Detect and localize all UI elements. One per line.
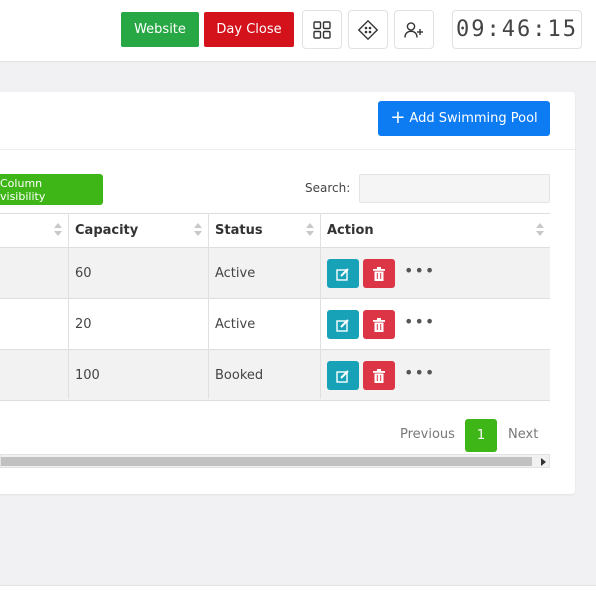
add-user-icon: [404, 21, 423, 38]
table-header: Capacity Status Action: [0, 213, 550, 248]
horizontal-scrollbar[interactable]: [0, 454, 550, 468]
edit-icon: [336, 318, 349, 332]
column-header-hidden[interactable]: [0, 214, 68, 247]
grid-icon: [313, 20, 331, 39]
sort-icon: [536, 223, 544, 238]
sort-icon: [194, 223, 202, 238]
column-divider: [68, 213, 69, 399]
edit-icon: [336, 369, 349, 383]
more-options-button[interactable]: •••: [404, 363, 435, 382]
day-close-button[interactable]: Day Close: [204, 12, 294, 47]
pagination-page-1[interactable]: 1: [465, 419, 497, 452]
column-divider: [320, 213, 321, 399]
column-header-capacity[interactable]: Capacity: [69, 214, 208, 247]
add-user-button[interactable]: [394, 10, 434, 49]
card-divider: [0, 149, 575, 150]
column-label-capacity: Capacity: [75, 223, 139, 238]
capacity-cell: 60: [75, 265, 92, 281]
plus-icon: +: [390, 106, 406, 128]
grid-button[interactable]: [302, 10, 342, 49]
capacity-cell: 100: [75, 367, 100, 383]
trash-icon: [373, 368, 385, 383]
website-button[interactable]: Website: [121, 12, 199, 47]
top-bar: Website Day Close 09:46:15: [0, 0, 596, 62]
scroll-right-arrow-icon[interactable]: [541, 458, 546, 466]
delete-button[interactable]: [363, 361, 395, 390]
status-cell: Booked: [215, 367, 264, 383]
capacity-cell: 20: [75, 316, 92, 332]
edit-button[interactable]: [327, 361, 359, 390]
table-row: 20 Active •••: [0, 299, 550, 350]
footer-bar: [0, 585, 596, 596]
pagination-previous[interactable]: Previous: [400, 427, 455, 442]
edit-icon: [336, 267, 349, 281]
sort-icon: [306, 223, 314, 238]
trash-icon: [373, 266, 385, 281]
column-label-status: Status: [215, 223, 263, 238]
table-row: 100 Booked •••: [0, 350, 550, 401]
column-label-action: Action: [327, 223, 374, 238]
pagination-next[interactable]: Next: [508, 427, 538, 442]
more-options-button[interactable]: •••: [404, 312, 435, 331]
delete-button[interactable]: [363, 310, 395, 339]
sort-icon: [54, 223, 62, 238]
column-header-status[interactable]: Status: [209, 214, 320, 247]
more-options-button[interactable]: •••: [404, 261, 435, 280]
search-input[interactable]: [359, 174, 550, 203]
apps-button[interactable]: [348, 10, 388, 49]
diamond-apps-icon: [357, 19, 379, 40]
delete-button[interactable]: [363, 259, 395, 288]
scrollbar-thumb[interactable]: [1, 457, 532, 466]
trash-icon: [373, 317, 385, 332]
add-swimming-pool-button[interactable]: + Add Swimming Pool: [378, 101, 550, 136]
swimming-pool-card: + Add Swimming Pool Column visibility Se…: [0, 92, 575, 494]
status-cell: Active: [215, 265, 256, 281]
search-label: Search:: [305, 181, 351, 195]
column-header-action[interactable]: Action: [321, 214, 550, 247]
column-visibility-button[interactable]: Column visibility: [0, 174, 103, 205]
add-swimming-pool-label: Add Swimming Pool: [409, 111, 538, 126]
digital-clock: 09:46:15: [452, 10, 582, 49]
status-cell: Active: [215, 316, 256, 332]
edit-button[interactable]: [327, 310, 359, 339]
column-divider: [208, 213, 209, 399]
edit-button[interactable]: [327, 259, 359, 288]
table-row: 60 Active •••: [0, 248, 550, 299]
